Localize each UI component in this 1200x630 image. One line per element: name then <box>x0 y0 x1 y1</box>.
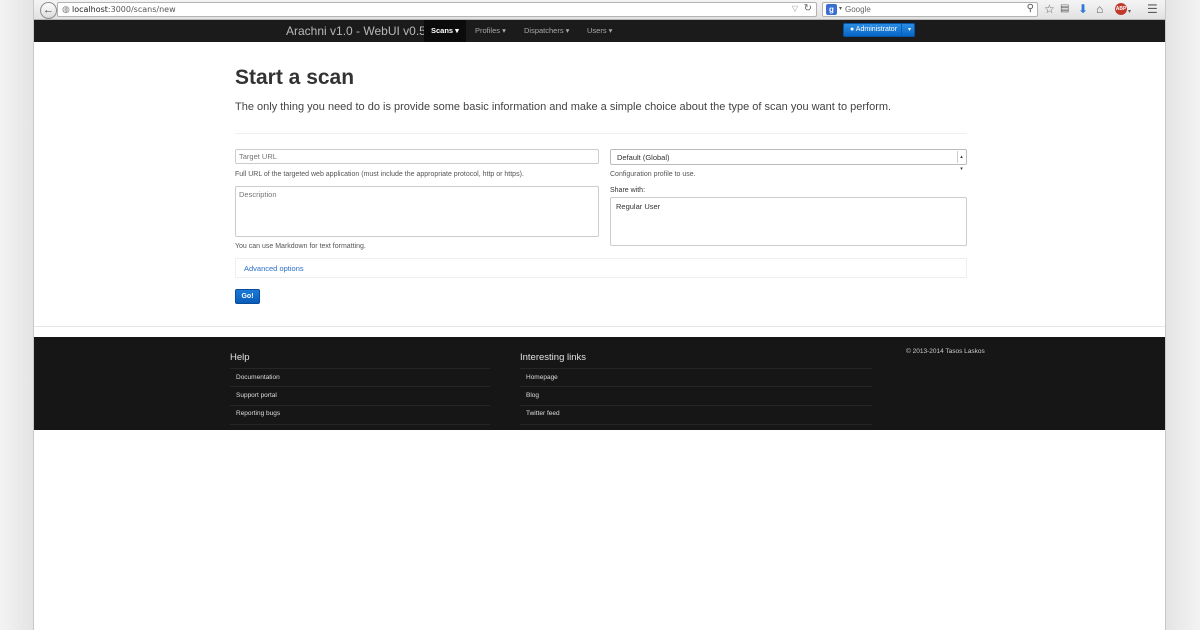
share-with-label: Share with: <box>610 187 646 194</box>
google-engine-icon[interactable]: g <box>826 4 837 15</box>
search-bar[interactable]: g ▾ Google ⚲ <box>822 2 1038 17</box>
app-brand[interactable]: Arachni v1.0 - WebUI v0.5 <box>286 24 426 38</box>
footer-divider <box>230 368 490 369</box>
footer-divider <box>230 405 490 406</box>
footer-divider <box>520 386 872 387</box>
go-button[interactable]: Go! <box>235 289 260 304</box>
back-arrow-icon[interactable]: ← <box>40 2 57 19</box>
desktop-right-edge <box>1166 0 1200 630</box>
user-icon: ● <box>850 26 855 33</box>
engine-dropdown-icon[interactable]: ▾ <box>839 5 842 12</box>
user-menu-label: ● Administrator <box>850 26 897 33</box>
adblock-dropdown-icon[interactable]: ▾ <box>1128 4 1131 20</box>
reload-icon[interactable]: ↻ <box>804 3 812 14</box>
copyright-text: © 2013-2014 Tasos Laskos <box>906 348 985 355</box>
adblock-icon[interactable]: ABP <box>1115 3 1127 15</box>
downloads-icon[interactable]: ⬇ <box>1078 1 1088 17</box>
footer-divider <box>520 405 872 406</box>
caret-down-icon[interactable]: ▾ <box>908 26 911 33</box>
bookmark-star-icon[interactable]: ☆ <box>1044 1 1055 17</box>
divider <box>235 133 967 134</box>
target-url-input[interactable] <box>235 149 599 164</box>
browser-window: ← ◍ localhost:3000/scans/new ▽ ↻ g ▾ Goo… <box>33 0 1166 630</box>
globe-icon: ◍ <box>62 4 70 14</box>
address-bar[interactable]: ◍ localhost:3000/scans/new ▽ ↻ <box>57 2 817 17</box>
desktop-left-edge <box>0 0 33 630</box>
description-help: You can use Markdown for text formatting… <box>235 243 366 250</box>
footer-divider <box>520 368 872 369</box>
bookmarks-list-icon[interactable]: ▤ <box>1060 1 1069 17</box>
footer-link-documentation[interactable]: Documentation <box>236 374 280 381</box>
footer-link-twitter[interactable]: Twitter feed <box>526 410 560 417</box>
search-icon[interactable]: ⚲ <box>1027 3 1034 14</box>
address-host: localhost <box>72 5 108 14</box>
profile-selected-value: Default (Global) <box>617 153 670 162</box>
nav-profiles[interactable]: Profiles ▾ <box>468 20 513 42</box>
target-url-help: Full URL of the targeted web application… <box>235 171 524 178</box>
page-footer: Help Documentation Support portal Report… <box>34 337 1165 430</box>
app-navbar: Arachni v1.0 - WebUI v0.5 Scans ▾ Profil… <box>34 20 1165 42</box>
browser-toolbar: ← ◍ localhost:3000/scans/new ▽ ↻ g ▾ Goo… <box>34 0 1165 20</box>
page-title: Start a scan <box>235 66 355 89</box>
nav-users[interactable]: Users ▾ <box>580 20 619 42</box>
search-placeholder: Google <box>845 5 871 14</box>
footer-links-heading: Interesting links <box>520 352 587 363</box>
nav-dispatchers[interactable]: Dispatchers ▾ <box>517 20 576 42</box>
user-menu-text: Administrator <box>855 26 898 33</box>
address-path: :3000/scans/new <box>107 5 176 14</box>
footer-link-bugs[interactable]: Reporting bugs <box>236 410 280 417</box>
footer-divider <box>230 424 490 425</box>
profile-select[interactable]: Default (Global) ▴ ▾ <box>610 149 967 172</box>
footer-divider <box>520 424 872 425</box>
button-divider <box>901 24 902 36</box>
content-divider <box>34 326 1165 327</box>
footer-link-support[interactable]: Support portal <box>236 392 277 399</box>
user-menu-button[interactable]: ● Administrator ▾ <box>843 23 915 37</box>
dropdown-triangle-icon[interactable]: ▽ <box>792 4 798 13</box>
footer-help-heading: Help <box>230 352 250 363</box>
footer-link-blog[interactable]: Blog <box>526 392 539 399</box>
home-icon[interactable]: ⌂ <box>1096 1 1103 17</box>
nav-scans[interactable]: Scans ▾ <box>424 20 466 42</box>
footer-divider <box>230 386 490 387</box>
page-lead: The only thing you need to do is provide… <box>235 101 892 113</box>
footer-link-homepage[interactable]: Homepage <box>526 374 558 381</box>
profile-help: Configuration profile to use. <box>610 171 696 178</box>
address-text: localhost:3000/scans/new <box>72 5 176 14</box>
menu-icon[interactable]: ☰ <box>1147 1 1158 17</box>
share-with-select[interactable]: Regular User <box>610 197 967 246</box>
advanced-options-panel: Advanced options <box>235 258 967 278</box>
advanced-options-link[interactable]: Advanced options <box>244 264 304 273</box>
share-option[interactable]: Regular User <box>616 202 660 211</box>
select-arrows-icon[interactable]: ▴ ▾ <box>957 151 965 172</box>
description-textarea[interactable] <box>235 186 599 237</box>
